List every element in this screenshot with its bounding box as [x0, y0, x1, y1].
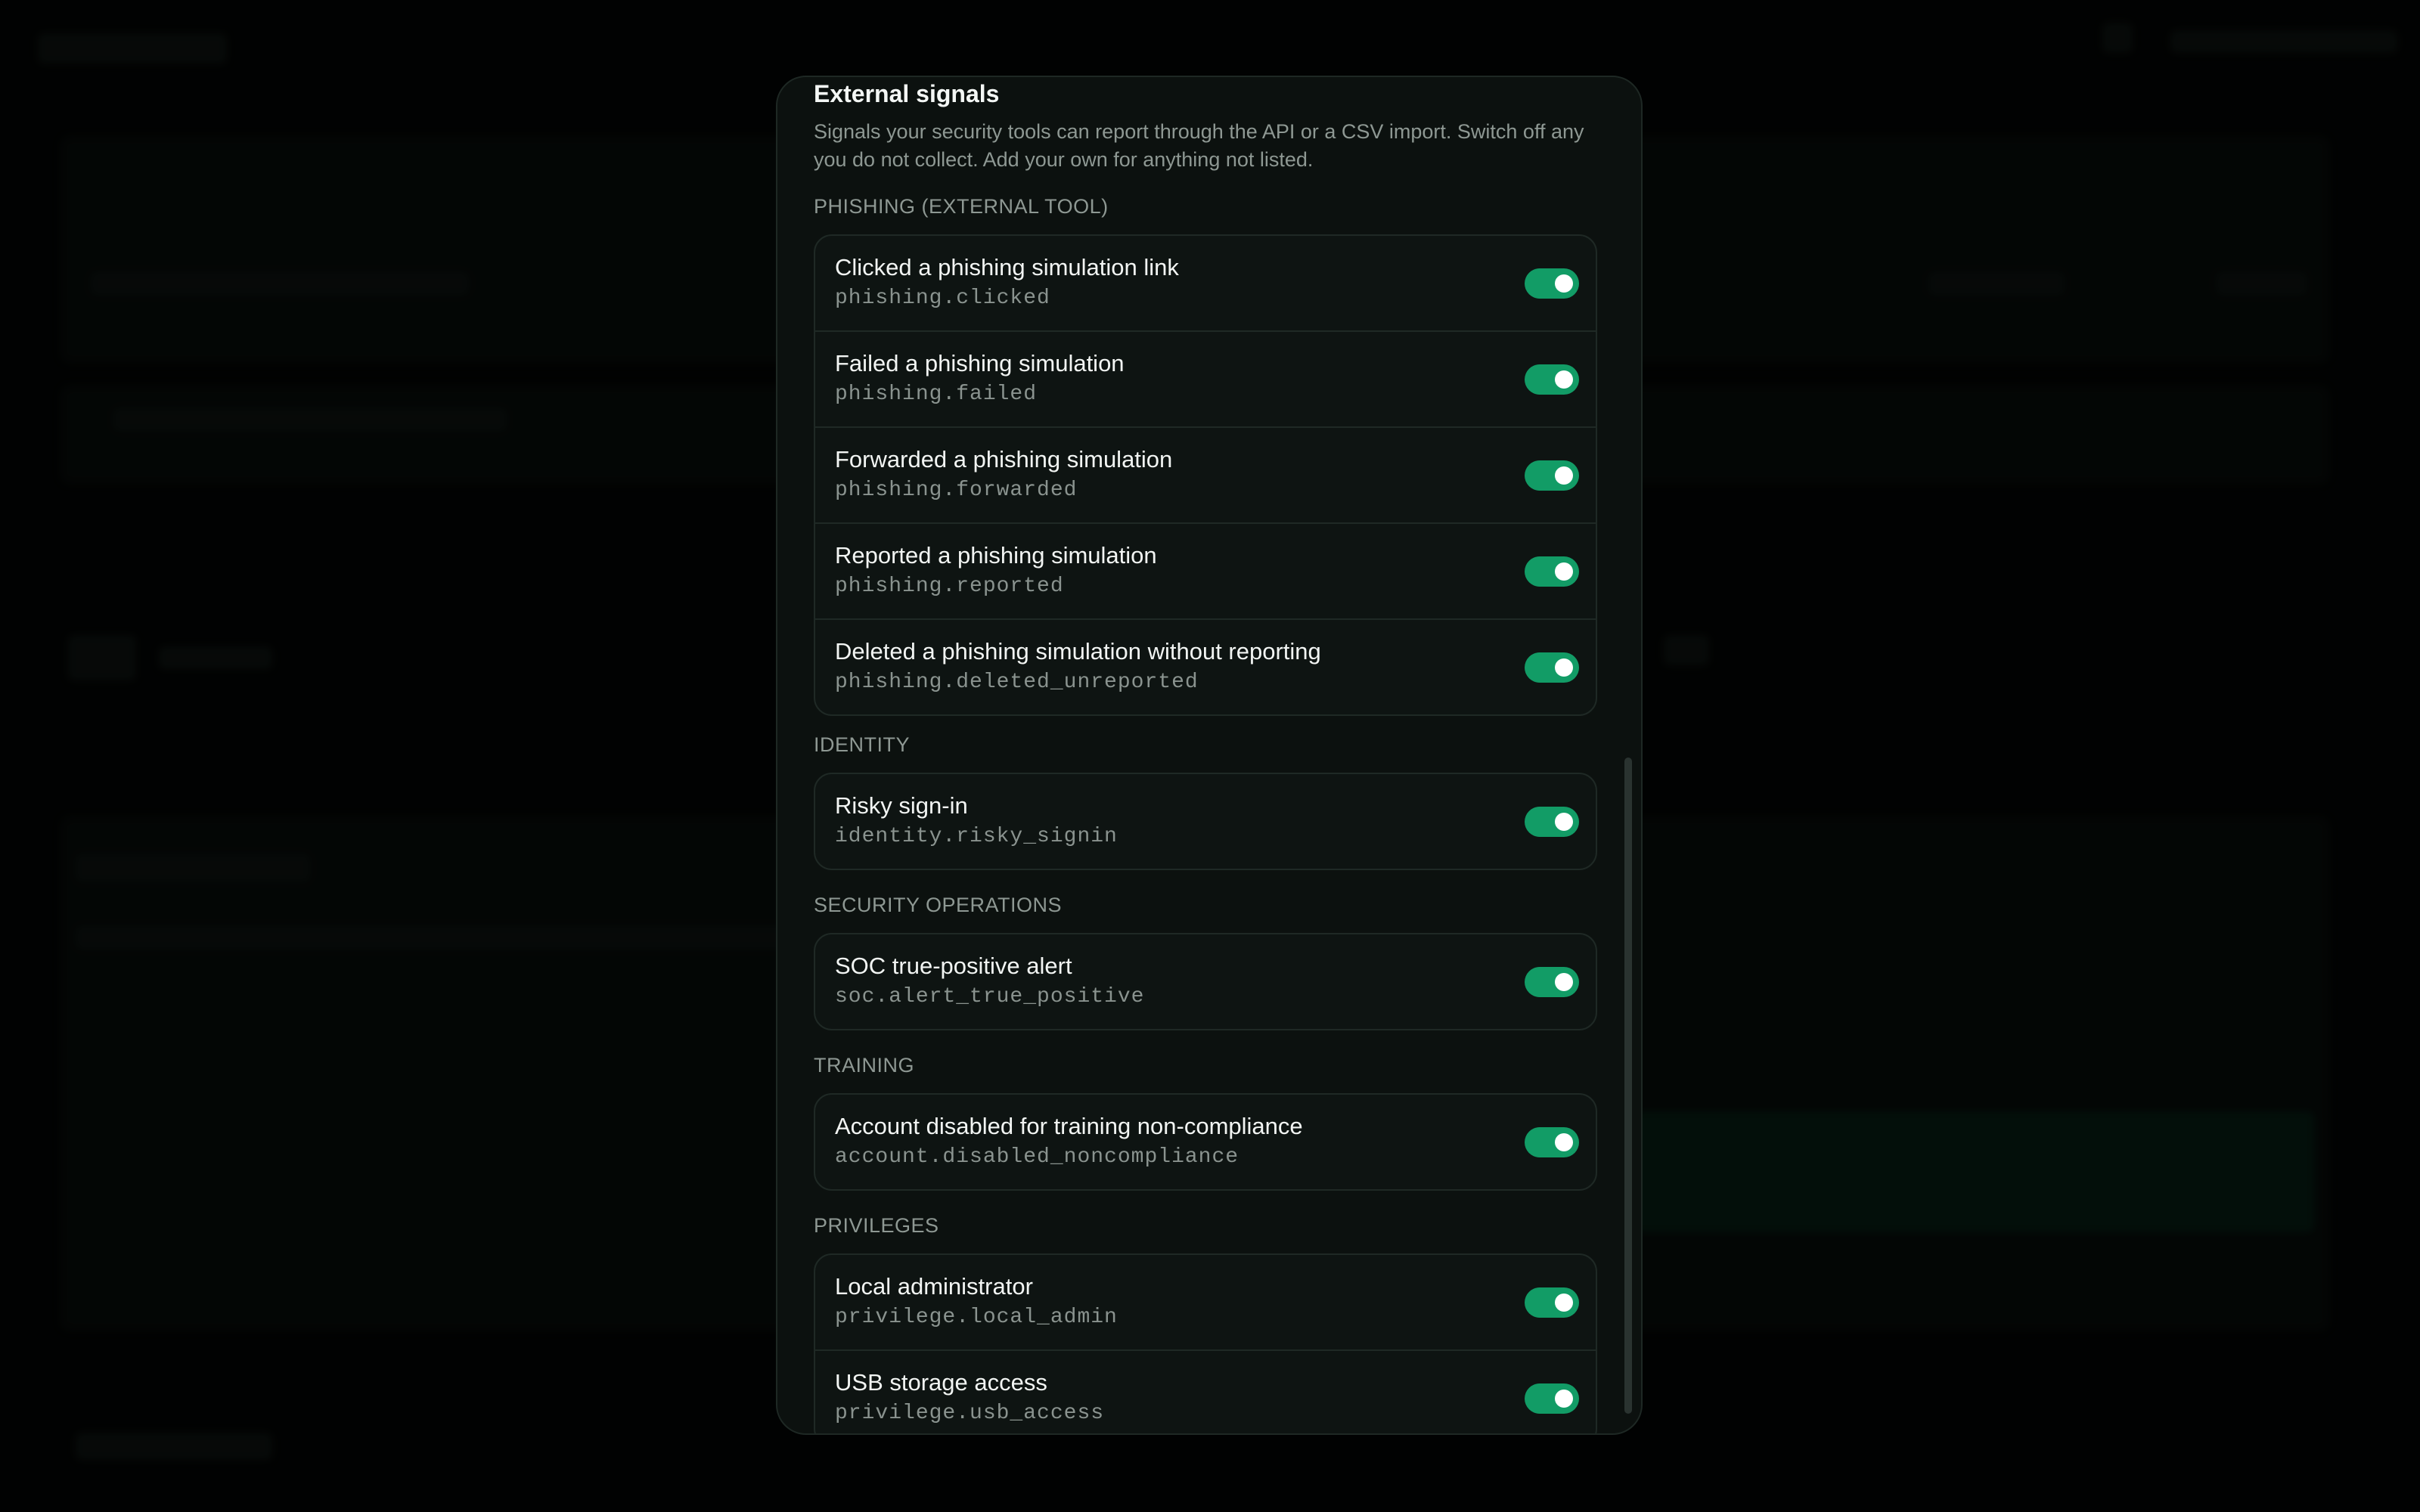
external-signals-modal: External signals Signals your security t…: [776, 76, 1643, 1435]
signal-label: Account disabled for training non-compli…: [835, 1113, 1303, 1139]
signal-toggle[interactable]: [1525, 1383, 1579, 1414]
group-heading-privileges: PRIVILEGES: [814, 1214, 939, 1237]
signal-key: privilege.usb_access: [835, 1402, 1105, 1425]
signal-key: account.disabled_noncompliance: [835, 1145, 1239, 1169]
signal-toggle[interactable]: [1525, 652, 1579, 683]
group-heading-security-operations: SECURITY OPERATIONS: [814, 894, 1063, 916]
signal-row: Clicked a phishing simulation link phish…: [815, 236, 1596, 332]
signal-row: Forwarded a phishing simulation phishing…: [815, 428, 1596, 524]
signal-row: Local administrator privilege.local_admi…: [815, 1255, 1596, 1351]
signal-card-security-operations: SOC true-positive alert soc.alert_true_p…: [814, 933, 1597, 1030]
signal-key: phishing.reported: [835, 575, 1064, 598]
signal-row: SOC true-positive alert soc.alert_true_p…: [815, 934, 1596, 1029]
signal-card-training: Account disabled for training non-compli…: [814, 1093, 1597, 1191]
signal-label: Reported a phishing simulation: [835, 542, 1157, 569]
signal-card-privileges: Local administrator privilege.local_admi…: [814, 1253, 1597, 1433]
signal-label: USB storage access: [835, 1369, 1047, 1396]
signal-label: Risky sign-in: [835, 792, 968, 819]
signal-key: phishing.failed: [835, 383, 1038, 406]
signal-row: Deleted a phishing simulation without re…: [815, 620, 1596, 714]
signal-toggle[interactable]: [1525, 268, 1579, 299]
signal-label: Failed a phishing simulation: [835, 350, 1125, 376]
signal-toggle[interactable]: [1525, 1287, 1579, 1318]
signal-row: Account disabled for training non-compli…: [815, 1095, 1596, 1189]
signal-label: SOC true-positive alert: [835, 953, 1072, 979]
signal-label: Deleted a phishing simulation without re…: [835, 638, 1321, 665]
signal-toggle[interactable]: [1525, 556, 1579, 587]
signal-label: Clicked a phishing simulation link: [835, 254, 1179, 280]
group-heading-phishing: PHISHING (EXTERNAL TOOL): [814, 195, 1109, 218]
section-title: External signals: [814, 80, 1000, 107]
signal-toggle[interactable]: [1525, 1127, 1579, 1157]
signal-key: privilege.local_admin: [835, 1306, 1118, 1329]
signal-row: USB storage access privilege.usb_access: [815, 1351, 1596, 1433]
signal-label: Local administrator: [835, 1273, 1033, 1300]
signal-key: phishing.deleted_unreported: [835, 671, 1199, 694]
signal-row: Failed a phishing simulation phishing.fa…: [815, 332, 1596, 428]
signal-card-phishing: Clicked a phishing simulation link phish…: [814, 234, 1597, 716]
section-description: Signals your security tools can report t…: [814, 120, 1584, 171]
group-heading-training: TRAINING: [814, 1054, 915, 1077]
signal-key: identity.risky_signin: [835, 825, 1118, 848]
signal-row: Reported a phishing simulation phishing.…: [815, 524, 1596, 620]
modal-scrollbar[interactable]: [1624, 758, 1632, 1414]
signal-key: soc.alert_true_positive: [835, 985, 1145, 1009]
signal-label: Forwarded a phishing simulation: [835, 446, 1173, 472]
signal-toggle[interactable]: [1525, 460, 1579, 491]
signal-row: Risky sign-in identity.risky_signin: [815, 774, 1596, 869]
signal-toggle[interactable]: [1525, 967, 1579, 997]
signal-toggle[interactable]: [1525, 364, 1579, 395]
group-heading-identity: IDENTITY: [814, 733, 911, 756]
signal-card-identity: Risky sign-in identity.risky_signin: [814, 773, 1597, 870]
signal-key: phishing.forwarded: [835, 479, 1078, 502]
signal-toggle[interactable]: [1525, 807, 1579, 837]
signal-key: phishing.clicked: [835, 287, 1050, 310]
